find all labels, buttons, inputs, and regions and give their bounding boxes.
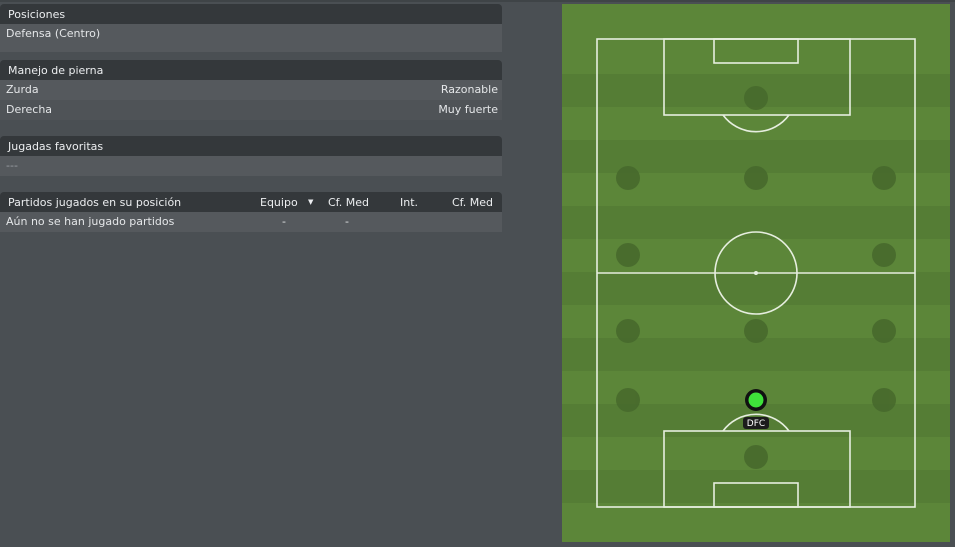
player-position-label: DFC	[747, 419, 765, 429]
column-avg-rating[interactable]: Cf. Med	[328, 192, 369, 213]
column-int[interactable]: Int.	[400, 192, 418, 213]
foot-header: Manejo de pierna	[0, 60, 502, 80]
team-value: -	[282, 215, 286, 228]
top-divider	[0, 0, 955, 2]
matches-header: Partidos jugados en su posición Equipo ▼…	[0, 192, 502, 212]
panel-spacer	[0, 44, 502, 52]
matches-row: Aún no se han jugado partidos - -	[0, 212, 502, 232]
positions-header: Posiciones	[0, 4, 502, 24]
pitch: DFC	[562, 4, 950, 542]
matches-title: Partidos jugados en su posición	[8, 196, 182, 209]
foot-value: Muy fuerte	[438, 103, 498, 116]
pitch-svg: DFC	[562, 4, 950, 542]
player-dot[interactable]	[748, 392, 764, 408]
sort-desc-icon[interactable]: ▼	[308, 192, 313, 213]
position-row: Defensa (Centro)	[0, 24, 502, 44]
moves-empty: ---	[0, 156, 502, 176]
foot-panel: Manejo de pierna Zurda Razonable Derecha…	[0, 60, 502, 120]
matches-panel: Partidos jugados en su posición Equipo ▼…	[0, 192, 502, 232]
moves-empty-text: ---	[6, 159, 18, 172]
foot-row-right: Derecha Muy fuerte	[0, 100, 502, 120]
rating-value: -	[345, 215, 349, 228]
column-avg-rating-2[interactable]: Cf. Med	[452, 192, 493, 213]
foot-label: Zurda	[6, 83, 39, 96]
foot-row-left: Zurda Razonable	[0, 80, 502, 100]
column-team[interactable]: Equipo	[260, 192, 298, 213]
moves-panel: Jugadas favoritas ---	[0, 136, 502, 176]
foot-value: Razonable	[440, 83, 498, 96]
foot-label: Derecha	[6, 103, 53, 116]
moves-header: Jugadas favoritas	[0, 136, 502, 156]
position-label: Defensa (Centro)	[6, 27, 101, 40]
matches-empty-text: Aún no se han jugado partidos	[6, 215, 175, 228]
positions-panel: Posiciones Defensa (Centro)	[0, 4, 502, 52]
center-spot	[754, 271, 758, 275]
